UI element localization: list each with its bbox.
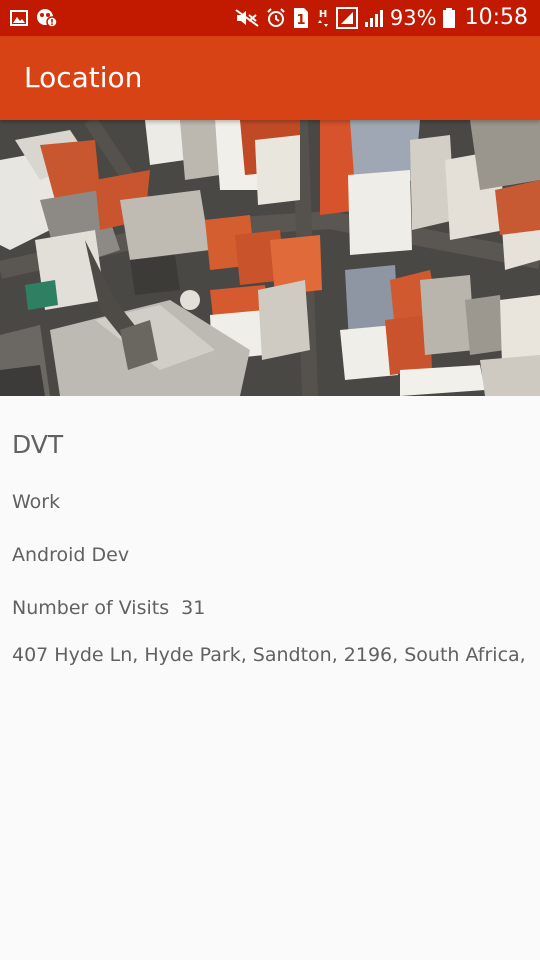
page-title: Location	[24, 61, 143, 94]
mute-icon	[234, 8, 260, 28]
status-bar: 1 H 93% 10:58	[0, 0, 540, 36]
visits-row: Number of Visits 31	[12, 597, 205, 619]
visits-label: Number of Visits	[12, 597, 170, 619]
image-notification-icon	[10, 10, 28, 26]
svg-text:H: H	[319, 9, 327, 20]
signal-icon	[364, 8, 384, 28]
place-type: Work	[12, 491, 61, 513]
data-h-icon: H	[316, 7, 330, 29]
clock: 10:58	[464, 5, 528, 30]
place-address: 407 Hyde Ln, Hyde Park, Sandton, 2196, S…	[12, 644, 526, 666]
notification-icons	[10, 0, 58, 36]
battery-icon	[442, 8, 455, 28]
signal-boxed-icon	[335, 7, 358, 29]
app-bar: Location	[0, 36, 540, 120]
alarm-icon	[266, 8, 286, 28]
hero-image-graphic	[0, 120, 540, 396]
battery-percent: 93%	[389, 5, 437, 30]
aerial-city-photo	[0, 120, 540, 396]
svg-text:1: 1	[296, 13, 305, 28]
place-name: DVT	[12, 430, 64, 459]
place-description: Android Dev	[12, 544, 130, 566]
app-alert-notification-icon	[36, 8, 58, 28]
visits-count: 31	[181, 597, 206, 619]
sim-icon: 1	[292, 7, 310, 29]
status-icons: 1 H 93% 10:58	[234, 0, 528, 36]
